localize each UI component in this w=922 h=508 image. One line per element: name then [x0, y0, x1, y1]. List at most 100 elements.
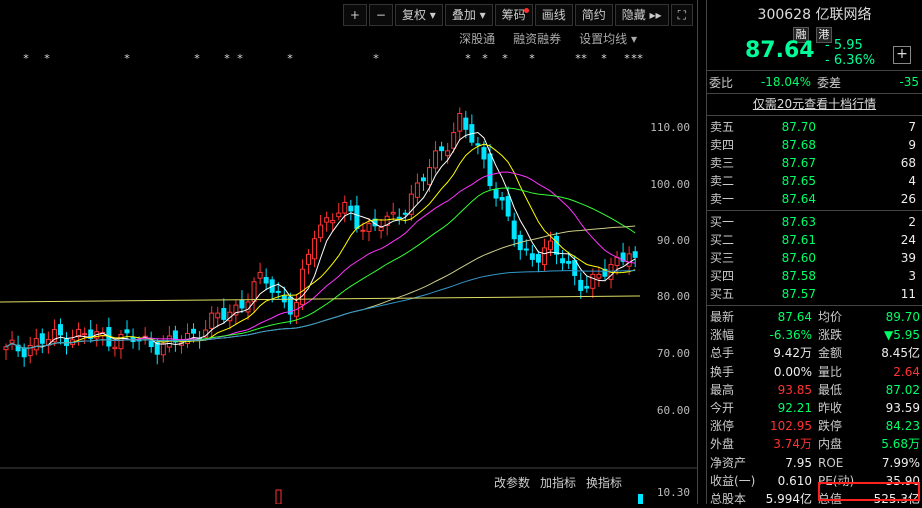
fuquan-dropdown[interactable]: 复权 ▾ — [394, 4, 443, 26]
event-marker-icon[interactable]: * — [581, 52, 587, 65]
ask-row[interactable]: 卖二 87.65 4 — [707, 172, 922, 190]
kline-chart-panel[interactable]: + − 复权 ▾ 叠加 ▾ 筹码 画线 简约 隐藏 ▸▸ ⛶ 深股通 融资融券 … — [0, 0, 697, 504]
candle-body — [554, 235, 560, 255]
zoom-out-button[interactable]: − — [368, 4, 393, 26]
bid-row[interactable]: 买二 87.61 24 — [707, 231, 922, 249]
bid-price: 87.58 — [781, 269, 816, 283]
simple-mode-button[interactable]: 简约 — [574, 4, 613, 26]
ask-row[interactable]: 卖四 87.68 9 — [707, 136, 922, 154]
stat-label: 涨停 — [710, 419, 735, 434]
ask-price: 87.65 — [781, 174, 816, 188]
stock-header: 300628 亿联网络 融 港 87.64 - 5.95 - 6.36% + — [707, 0, 922, 71]
stat-value: 84.23 — [885, 419, 920, 434]
indicator-tools: 改参数 加指标 换指标 — [494, 474, 622, 491]
edit-params-button[interactable]: 改参数 — [494, 474, 530, 491]
ask-row[interactable]: 卖五 87.70 7 — [707, 118, 922, 136]
event-marker-icon[interactable]: * — [482, 52, 488, 65]
candle-body — [9, 339, 15, 344]
candle-body — [366, 223, 372, 232]
candle-body — [239, 299, 245, 309]
axis-label-volume: 10.30 — [657, 486, 690, 499]
event-marker-icon[interactable]: * — [124, 52, 130, 65]
event-marker-icon[interactable]: * — [465, 52, 471, 65]
event-marker-icon[interactable]: * — [224, 52, 230, 65]
candle-body — [251, 281, 257, 303]
stat-label: 量比 — [818, 364, 843, 379]
price-axis: 110.00 100.00 90.00 80.00 70.00 60.00 10… — [650, 121, 690, 499]
candle-body — [390, 211, 396, 215]
candle-body — [578, 279, 584, 291]
ask-row[interactable]: 卖三 87.67 68 — [707, 154, 922, 172]
stat-row: 总手 9.42万 金额 8.45亿 — [707, 344, 922, 362]
event-marker-icon[interactable]: * — [194, 52, 200, 65]
stat-row: 涨幅 -6.36% 涨跌 ▼5.95 — [707, 326, 922, 344]
candle-body — [499, 196, 505, 201]
stat-label: 总股本 — [710, 491, 747, 506]
overlay-dropdown[interactable]: 叠加 ▾ — [444, 4, 493, 26]
candle-body — [445, 150, 451, 157]
stat-label: 跌停 — [818, 419, 843, 434]
bid-price: 87.61 — [781, 233, 816, 247]
candle-body — [33, 338, 39, 351]
event-marker-icon[interactable]: * — [44, 52, 50, 65]
candle-body — [275, 290, 281, 293]
panel-splitter[interactable] — [697, 0, 707, 504]
event-marker-icon[interactable]: * — [23, 52, 29, 65]
bid-level-label: 买一 — [710, 215, 735, 229]
stat-label: 外盘 — [710, 437, 735, 452]
event-marker-icon[interactable]: * — [373, 52, 379, 65]
event-marker-icon[interactable]: * — [237, 52, 243, 65]
add-watchlist-button[interactable]: + — [893, 46, 911, 64]
event-marker-icon[interactable]: * — [287, 52, 293, 65]
bid-row[interactable]: 买一 87.63 2 — [707, 213, 922, 231]
candle-body — [414, 182, 420, 198]
stat-value: 7.95 — [785, 455, 812, 470]
candle-body — [451, 132, 457, 149]
bid-row[interactable]: 买五 87.57 11 — [707, 285, 922, 303]
chart-toolbar: + − 复权 ▾ 叠加 ▾ 筹码 画线 简约 隐藏 ▸▸ ⛶ — [342, 4, 693, 26]
candle-body — [541, 247, 547, 266]
axis-label-90: 90.00 — [657, 234, 690, 247]
switch-indicator-button[interactable]: 换指标 — [586, 474, 622, 491]
bid-row[interactable]: 买三 87.60 39 — [707, 249, 922, 267]
stat-value: 102.95 — [770, 419, 812, 434]
event-marker-icon[interactable]: * — [601, 52, 607, 65]
fullscreen-icon[interactable]: ⛶ — [670, 4, 693, 26]
stat-label: 最高 — [710, 382, 735, 397]
ask-price: 87.68 — [781, 138, 816, 152]
ask-volume: 9 — [908, 138, 916, 152]
change-percent: - 6.36% — [825, 53, 876, 68]
bid-row[interactable]: 买四 87.58 3 — [707, 267, 922, 285]
hide-button[interactable]: 隐藏 ▸▸ — [614, 4, 669, 26]
ask-price: 87.67 — [781, 156, 816, 170]
ask-row[interactable]: 卖一 87.64 26 — [707, 190, 922, 208]
stat-row: 最高 93.85 最低 87.02 — [707, 381, 922, 399]
add-indicator-button[interactable]: 加指标 — [540, 474, 576, 491]
candle-body — [560, 258, 566, 264]
price-change: - 5.95 - 6.36% — [825, 38, 875, 68]
chip-button[interactable]: 筹码 — [494, 4, 533, 26]
draw-line-button[interactable]: 画线 — [534, 4, 573, 26]
candle-body — [3, 346, 9, 351]
event-marker-icon[interactable]: * — [502, 52, 508, 65]
wei-cha-value: -35 — [899, 75, 919, 89]
volume-bar — [638, 494, 643, 504]
candle-body — [118, 333, 124, 350]
ask-volume: 7 — [908, 120, 916, 134]
ask-level-label: 卖五 — [710, 120, 735, 134]
event-markers: * * * * * * * * * * * * * * * * * * — [23, 52, 643, 65]
candle-body — [354, 205, 360, 229]
candle-body — [82, 333, 88, 336]
candle-body — [378, 226, 384, 232]
stat-label: 金额 — [818, 346, 843, 361]
level2-promo-link[interactable]: 仅需20元查看十档行情 — [707, 94, 922, 116]
stat-value: -6.36% — [769, 328, 812, 343]
zoom-in-button[interactable]: + — [342, 4, 367, 26]
candle-body — [257, 271, 263, 279]
event-marker-icon[interactable]: * — [624, 52, 630, 65]
candle-body — [626, 253, 632, 267]
wei-cha-label: 委差 — [817, 75, 842, 90]
bid-price: 87.60 — [781, 251, 816, 265]
event-marker-icon[interactable]: * — [637, 52, 643, 65]
event-marker-icon[interactable]: * — [529, 52, 535, 65]
